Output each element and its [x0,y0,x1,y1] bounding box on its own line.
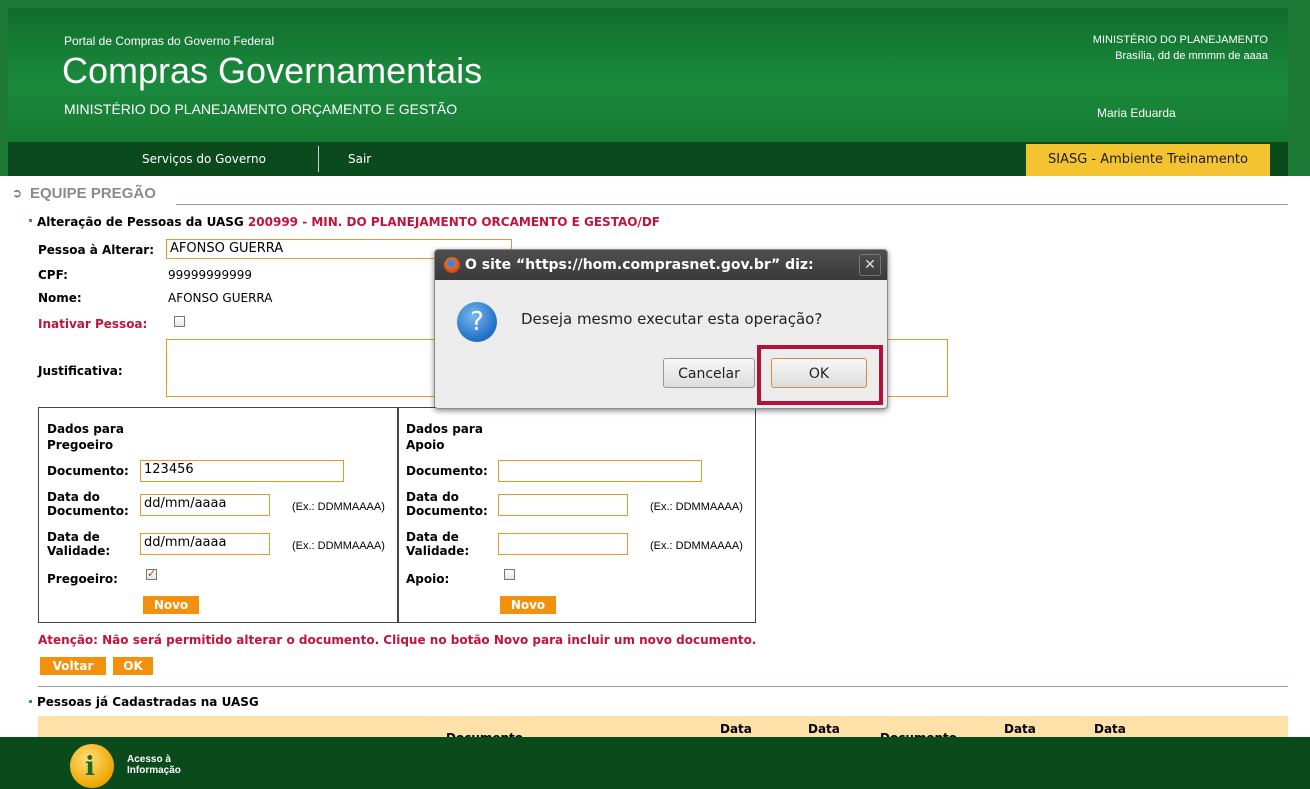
pregoeiro-checkbox[interactable] [146,567,157,580]
col-data-4[interactable]: Data [1094,722,1126,736]
nav-separator [318,146,319,172]
warning-message: Atenção: Não será permitido alterar o do… [38,633,757,647]
col-data-1[interactable]: Data [720,722,752,736]
environment-badge: SIASG - Ambiente Treinamento [1026,144,1270,176]
pregoeiro-check-label: Pregoeiro: [47,572,118,586]
apoio-title: Dados para Apoio [406,421,483,453]
dialog-title: O site “https://hom.comprasnet.gov.br” d… [465,257,814,273]
pessoa-label: Pessoa à Alterar: [38,243,155,257]
subtitle-uasg: 200999 - MIN. DO PLANEJAMENTO ORCAMENTO … [247,215,660,229]
dialog-ok-button[interactable]: OK [771,358,867,388]
inativar-checkbox[interactable] [174,316,185,327]
section-arrow-icon: ➲ [12,186,23,200]
nav-sair[interactable]: Sair [348,152,371,166]
pregoeiro-title-line1: Dados para [47,422,124,436]
apoio-data-doc-label: Data do Documento: [406,490,488,518]
apoio-data-val-input[interactable] [498,533,628,555]
pregoeiro-title: Dados para Pregoeiro [47,421,124,453]
nome-value: AFONSO GUERRA [168,291,273,305]
col-data-2[interactable]: Data [808,722,840,736]
apoio-novo-button[interactable]: Novo [500,596,556,614]
portal-label: Portal de Compras do Governo Federal [64,34,275,48]
apoio-checkbox[interactable] [504,569,515,580]
pregoeiro-documento-label: Documento: [47,464,129,478]
user-name: Maria Eduarda [1097,106,1176,120]
form-subtitle: Alteração de Pessoas da UASG 200999 - MI… [37,215,660,229]
dialog-message: Deseja mesmo executar esta operação? [521,310,823,328]
pregoeiro-novo-button[interactable]: Novo [143,596,199,614]
pregoeiro-title-line2: Pregoeiro [47,438,114,452]
subtitle-prefix: Alteração de Pessoas da UASG [37,215,244,229]
apoio-data-val-line2: Validade: [406,544,470,558]
section-divider [176,204,1288,205]
dialog-cancel-button[interactable]: Cancelar [663,358,755,388]
question-icon: ? [457,302,497,342]
pregoeiro-data-doc-value: dd/mm/aaaa [144,496,227,511]
section-title: EQUIPE PREGÃO [30,185,156,202]
right-ministry: MINISTÉRIO DO PLANEJAMENTO [1092,34,1268,46]
list-title: Pessoas já Cadastradas na UASG [37,695,259,709]
pregoeiro-data-val-value: dd/mm/aaaa [144,535,227,550]
apoio-data-doc-input[interactable] [498,494,628,516]
pessoa-select-value: AFONSO GUERRA [170,241,284,256]
nome-label: Nome: [38,291,82,305]
apoio-data-doc-line2: Documento: [406,504,488,518]
justificativa-label: Justificativa: [38,364,123,378]
site-footer [0,737,1310,789]
pregoeiro-data-doc-line1: Data do [47,490,100,504]
bullet-icon [29,219,32,222]
info-icon[interactable]: i [70,744,114,788]
pregoeiro-data-doc-input[interactable]: dd/mm/aaaa [140,494,270,516]
apoio-data-val-line1: Data de [406,530,459,544]
list-divider [38,686,1288,687]
ministry-name: MINISTÉRIO DO PLANEJAMENTO ORÇAMENTO E G… [64,101,458,117]
apoio-documento-label: Documento: [406,464,488,478]
info-letter-icon: i [85,752,95,782]
pregoeiro-documento-input[interactable]: 123456 [140,460,344,482]
firefox-icon [444,257,460,273]
apoio-documento-input[interactable] [498,460,702,482]
access-info-line2: Informação [127,765,181,776]
ok-button[interactable]: OK [113,657,153,675]
apoio-data-val-label: Data de Validade: [406,530,469,558]
pregoeiro-data-val-line1: Data de [47,530,100,544]
col-data-3[interactable]: Data [1004,722,1036,736]
dialog-close-icon[interactable]: ✕ [859,254,881,276]
pregoeiro-data-val-hint: (Ex.: DDMMAAAA) [292,540,385,552]
apoio-title-line2: Apoio [406,438,445,452]
voltar-button[interactable]: Voltar [40,657,106,675]
pregoeiro-data-doc-line2: Documento: [47,504,129,518]
apoio-data-doc-line1: Data do [406,490,459,504]
pregoeiro-data-val-line2: Validade: [47,544,111,558]
list-bullet-icon [29,700,32,703]
pregoeiro-data-doc-hint: (Ex.: DDMMAAAA) [292,501,385,513]
pregoeiro-data-val-label: Data de Validade: [47,530,110,558]
confirm-dialog: O site “https://hom.comprasnet.gov.br” d… [434,249,888,409]
apoio-data-doc-hint: (Ex.: DDMMAAAA) [650,501,743,513]
apoio-title-line1: Dados para [406,422,483,436]
apoio-check-label: Apoio: [406,572,450,586]
pregoeiro-data-val-input[interactable]: dd/mm/aaaa [140,533,270,555]
cpf-label: CPF: [38,268,68,282]
pregoeiro-data-doc-label: Data do Documento: [47,490,129,518]
site-title[interactable]: Compras Governamentais [62,50,482,92]
nav-servicos-governo[interactable]: Serviços do Governo [142,152,266,166]
cpf-value: 99999999999 [168,268,252,282]
access-info-link[interactable]: Acesso à Informação [127,754,181,776]
header-date: Brasília, dd de mmmm de aaaa [1115,50,1268,62]
apoio-data-val-hint: (Ex.: DDMMAAAA) [650,540,743,552]
pregoeiro-documento-value: 123456 [144,462,194,477]
access-info-line1: Acesso à [127,754,171,765]
inativar-label: Inativar Pessoa: [38,317,148,331]
